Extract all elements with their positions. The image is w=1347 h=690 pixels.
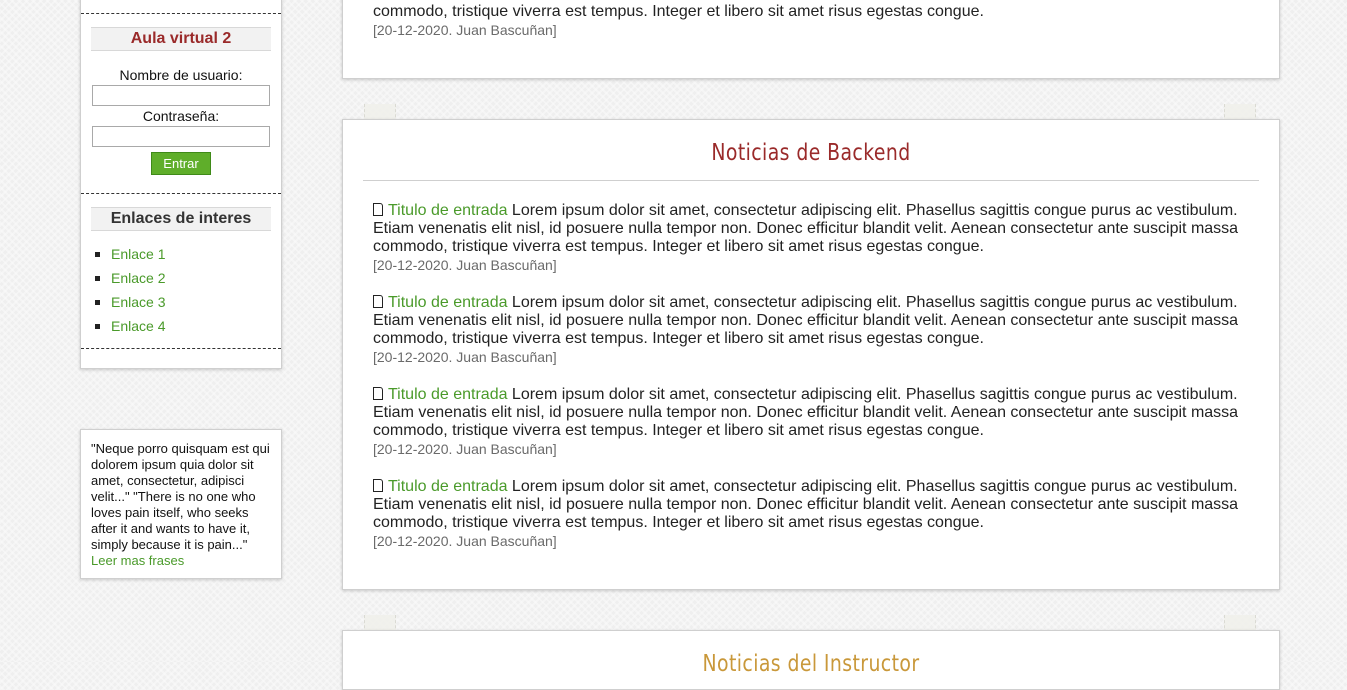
news-panel-backend: Noticias de Backend Titulo de entrada Lo… <box>342 119 1280 590</box>
links-title: Enlaces de interes <box>91 207 271 231</box>
news-entry: Titulo de entrada Lorem ipsum dolor sit … <box>373 202 1253 256</box>
more-quotes-link[interactable]: Leer mas frases <box>91 553 184 568</box>
news-panel-instructor: Noticias del Instructor <box>342 630 1280 690</box>
quote-text: "Neque porro quisquam est qui dolorem ip… <box>91 441 270 552</box>
document-icon <box>373 203 383 216</box>
document-icon <box>373 387 383 400</box>
divider <box>81 348 281 349</box>
list-item: Enlace 3 <box>81 290 165 314</box>
login-title: Aula virtual 2 <box>91 27 271 51</box>
password-label: Contraseña: <box>142 108 220 124</box>
bullet <box>95 252 100 257</box>
link-enlace-1[interactable]: Enlace 1 <box>111 246 165 262</box>
bullet <box>95 300 100 305</box>
news-entry: Titulo de entrada Lorem ipsum dolor sit … <box>373 294 1253 348</box>
username-label: Nombre de usuario: <box>119 67 243 83</box>
entry-meta: [20-12-2020. Juan Bascuñan] <box>373 533 557 549</box>
quote-box: "Neque porro quisquam est qui dolorem ip… <box>80 429 282 579</box>
entry-title-link[interactable]: Titulo de entrada <box>388 202 507 219</box>
entry-title-link[interactable]: Titulo de entrada <box>388 478 507 495</box>
document-icon <box>373 295 383 308</box>
link-enlace-3[interactable]: Enlace 3 <box>111 294 165 310</box>
news-panel-previous: commodo, tristique viverra est tempus. I… <box>342 0 1280 79</box>
panel-title: Noticias del Instructor <box>702 651 920 677</box>
login-button[interactable]: Entrar <box>151 152 211 175</box>
entry-meta: [20-12-2020. Juan Bascuñan] <box>373 349 557 365</box>
entry-meta: [20-12-2020. Juan Bascuñan] <box>373 257 557 273</box>
panel-title: Noticias de Backend <box>711 140 911 166</box>
username-input[interactable] <box>92 85 270 106</box>
news-entry: Titulo de entrada Lorem ipsum dolor sit … <box>373 478 1253 532</box>
list-item: Enlace 1 <box>81 242 165 266</box>
divider <box>81 13 281 14</box>
list-item: Enlace 2 <box>81 266 165 290</box>
link-enlace-4[interactable]: Enlace 4 <box>111 318 165 334</box>
password-input[interactable] <box>92 126 270 147</box>
link-enlace-2[interactable]: Enlace 2 <box>111 270 165 286</box>
entry-meta: [20-12-2020. Juan Bascuñan] <box>373 22 557 38</box>
links-list: Enlace 1 Enlace 2 Enlace 3 Enlace 4 <box>81 242 165 338</box>
entry-title-link[interactable]: Titulo de entrada <box>388 386 507 403</box>
bullet <box>95 324 100 329</box>
list-item: Enlace 4 <box>81 314 165 338</box>
title-divider <box>363 180 1259 181</box>
sidebar: Aula virtual 2 Nombre de usuario: Contra… <box>80 0 282 369</box>
document-icon <box>373 479 383 492</box>
entry-title-link[interactable]: Titulo de entrada <box>388 294 507 311</box>
bullet <box>95 276 100 281</box>
entry-text: commodo, tristique viverra est tempus. I… <box>373 3 984 20</box>
divider <box>81 193 281 194</box>
news-entry: Titulo de entrada Lorem ipsum dolor sit … <box>373 386 1253 440</box>
entry-meta: [20-12-2020. Juan Bascuñan] <box>373 441 557 457</box>
